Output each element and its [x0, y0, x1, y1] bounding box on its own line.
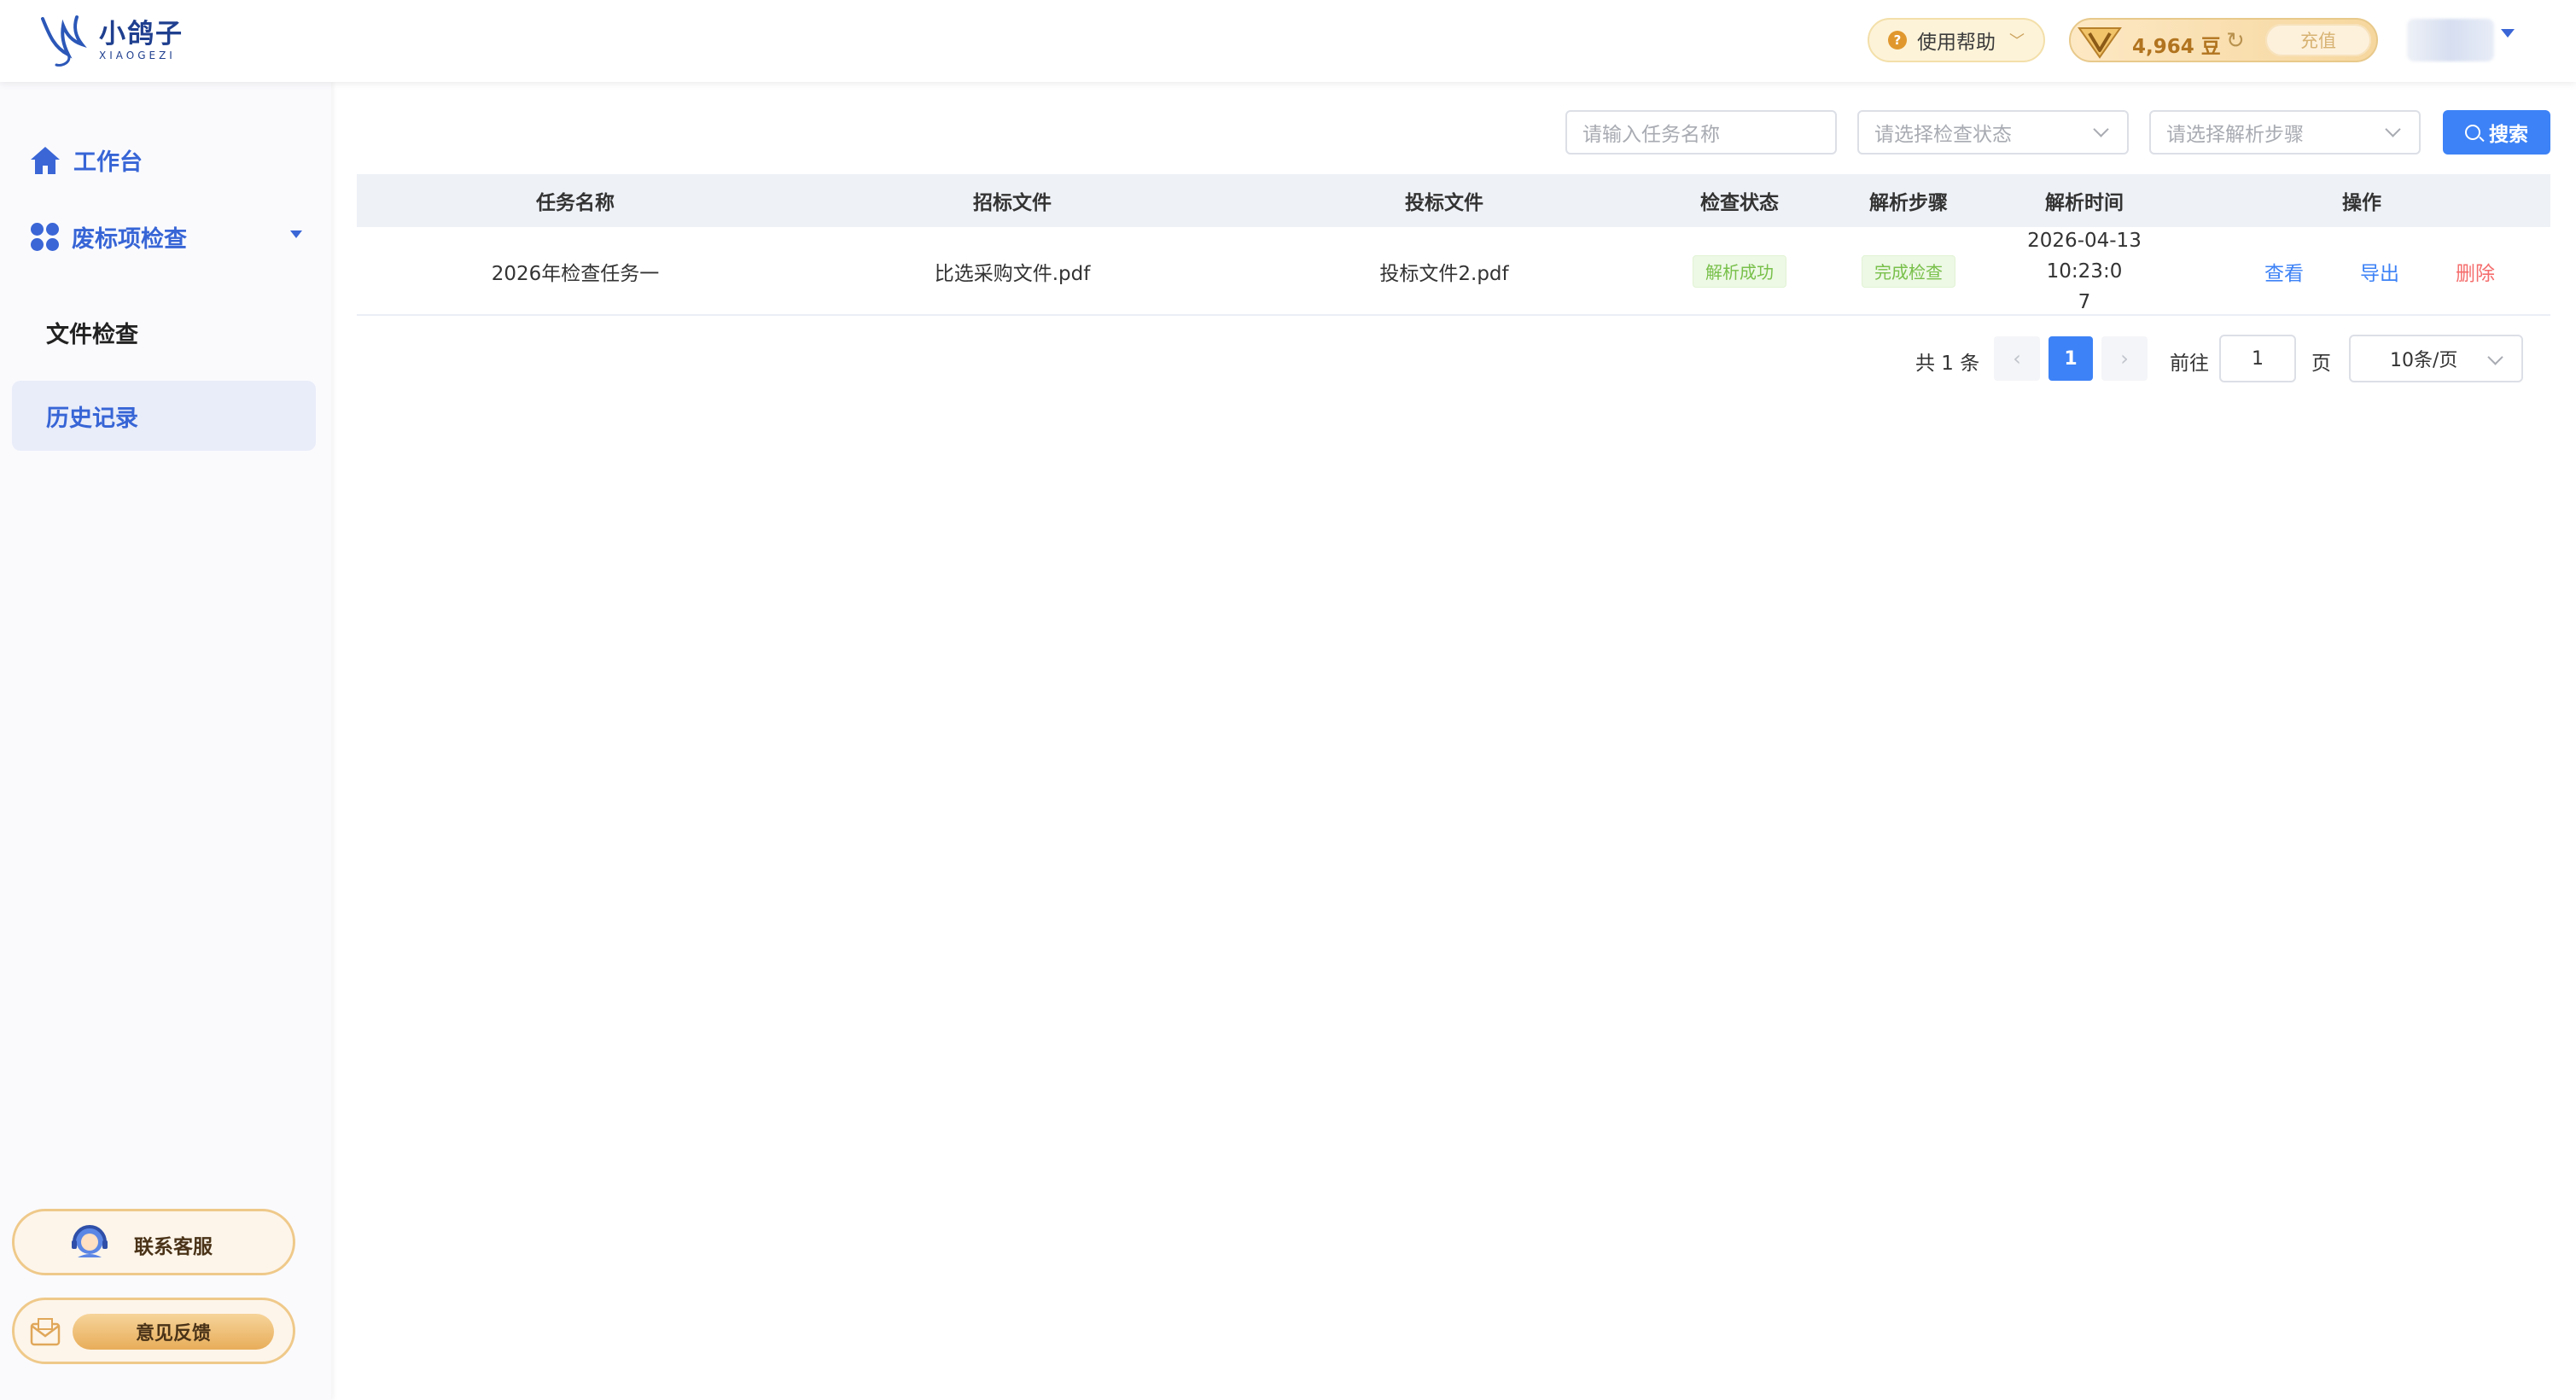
help-dropdown[interactable]: ? 使用帮助 ﹀ — [1868, 18, 2045, 62]
top-bar: 小鸽子 XIAOGEZI ? 使用帮助 ﹀ 4,964 豆 ↻ 充值 — [0, 0, 2576, 82]
parse-step-select[interactable]: 请选择解析步骤 — [2149, 110, 2421, 155]
column-header-tender-file: 招标文件 — [973, 192, 1052, 214]
total-count: 共 1 条 — [1915, 353, 1980, 375]
task-name-placeholder: 请输入任务名称 — [1582, 124, 1720, 146]
contact-service-button[interactable]: 联系客服 — [12, 1209, 295, 1275]
page-size-value: 10条/页 — [2390, 350, 2458, 371]
dove-logo-icon — [41, 15, 87, 67]
cell-parse-time: 2026-04-13 10:23:0 7 — [1996, 227, 2173, 316]
sidebar-item-history[interactable]: 历史记录 — [12, 381, 316, 451]
search-button-label: 搜索 — [2489, 124, 2528, 146]
chevron-down-icon — [2093, 121, 2109, 137]
prev-page-button[interactable]: ‹ — [1994, 336, 2040, 381]
apps-icon — [31, 222, 60, 252]
task-name-input[interactable]: 请输入任务名称 — [1565, 110, 1837, 155]
vip-crown-icon — [2078, 27, 2122, 59]
delete-link[interactable]: 删除 — [2456, 257, 2495, 286]
chevron-right-icon: › — [2120, 347, 2129, 370]
question-icon: ? — [1888, 31, 1907, 50]
pagination: 共 1 条 ‹ 1 › 前往 1 页 10条/页 — [1909, 335, 2523, 382]
column-header-parse-time: 解析时间 — [2045, 192, 2124, 214]
parse-time-line2: 7 — [2078, 291, 2091, 313]
coin-balance: 4,964 豆 ↻ 充值 — [2069, 18, 2378, 62]
home-icon — [31, 146, 60, 174]
search-button[interactable]: 搜索 — [2443, 110, 2550, 155]
caret-down-icon[interactable] — [2501, 29, 2515, 38]
brand-logo[interactable]: 小鸽子 XIAOGEZI — [38, 7, 184, 73]
goto-page-input[interactable]: 1 — [2219, 335, 2296, 382]
chevron-down-icon — [2487, 349, 2503, 365]
search-icon — [2465, 125, 2480, 140]
user-avatar[interactable] — [2407, 19, 2494, 61]
column-header-actions: 操作 — [2342, 192, 2381, 214]
next-page-button[interactable]: › — [2101, 336, 2148, 381]
envelope-icon — [30, 1318, 61, 1346]
coin-amount: 4,964 豆 — [2132, 36, 2221, 58]
cell-tender-file: 比选采购文件.pdf — [934, 263, 1091, 285]
cell-action-delete: 删除 — [2434, 227, 2516, 316]
history-table: 任务名称 招标文件 投标文件 检查状态 解析步骤 解析时间 操作 2026年检查… — [357, 174, 2550, 316]
sidebar: 工作台 废标项检查 文件检查 历史记录 联系客服 意见反馈 — [0, 82, 331, 1400]
goto-label: 前往 — [2170, 353, 2209, 375]
help-label: 使用帮助 — [1917, 32, 1996, 54]
page-suffix-label: 页 — [2311, 353, 2331, 375]
cell-action-export: 导出 — [2339, 227, 2421, 316]
sidebar-item-workbench[interactable]: 工作台 — [29, 143, 143, 177]
table-header: 任务名称 招标文件 投标文件 检查状态 解析步骤 解析时间 操作 — [357, 174, 2550, 227]
check-status-select[interactable]: 请选择检查状态 — [1857, 110, 2129, 155]
brand-name-en: XIAOGEZI — [99, 50, 176, 61]
caret-down-icon — [290, 230, 302, 238]
contact-service-label: 联系客服 — [134, 1236, 213, 1258]
recharge-button[interactable]: 充值 — [2265, 24, 2371, 56]
feedback-label: 意见反馈 — [73, 1314, 274, 1350]
table-row: 2026年检查任务一 比选采购文件.pdf 投标文件2.pdf 解析成功 完成检… — [357, 227, 2550, 316]
step-badge: 完成检查 — [1862, 255, 1955, 288]
column-header-bid-file: 投标文件 — [1405, 192, 1483, 214]
column-header-task-name: 任务名称 — [536, 192, 615, 214]
cell-action-view: 查看 — [2243, 227, 2325, 316]
view-link[interactable]: 查看 — [2264, 257, 2304, 286]
page-number-current[interactable]: 1 — [2049, 336, 2093, 381]
column-header-check-status: 检查状态 — [1700, 192, 1779, 214]
chevron-left-icon: ‹ — [2013, 347, 2021, 370]
chevron-down-icon — [2385, 121, 2401, 137]
feedback-button[interactable]: 意见反馈 — [12, 1298, 295, 1364]
cell-check-status: 解析成功 — [1658, 227, 1821, 316]
parse-step-placeholder: 请选择解析步骤 — [2166, 124, 2304, 146]
sidebar-item-label: 文件检查 — [46, 321, 138, 348]
check-status-placeholder: 请选择检查状态 — [1874, 124, 2012, 146]
brand-name: 小鸽子 — [99, 19, 184, 50]
parse-time-line1: 2026-04-13 10:23:0 — [2027, 230, 2142, 283]
cell-bid-file: 投标文件2.pdf — [1379, 263, 1509, 285]
customer-service-icon — [72, 1225, 108, 1257]
column-header-parse-step: 解析步骤 — [1869, 192, 1948, 214]
sidebar-item-file-check[interactable]: 文件检查 — [12, 297, 316, 367]
sidebar-item-label: 工作台 — [73, 149, 143, 176]
sidebar-group-label: 废标项检查 — [72, 226, 187, 253]
page-size-select[interactable]: 10条/页 — [2349, 335, 2523, 382]
export-link[interactable]: 导出 — [2360, 257, 2399, 286]
cell-parse-step: 完成检查 — [1821, 227, 1996, 316]
status-badge: 解析成功 — [1693, 255, 1786, 288]
refresh-icon[interactable]: ↻ — [2226, 28, 2245, 54]
chevron-down-icon: ﹀ — [2009, 32, 2025, 50]
sidebar-group-bid-check[interactable]: 废标项检查 — [31, 220, 302, 254]
cell-task-name: 2026年检查任务一 — [491, 263, 660, 285]
sidebar-item-label: 历史记录 — [46, 405, 138, 432]
